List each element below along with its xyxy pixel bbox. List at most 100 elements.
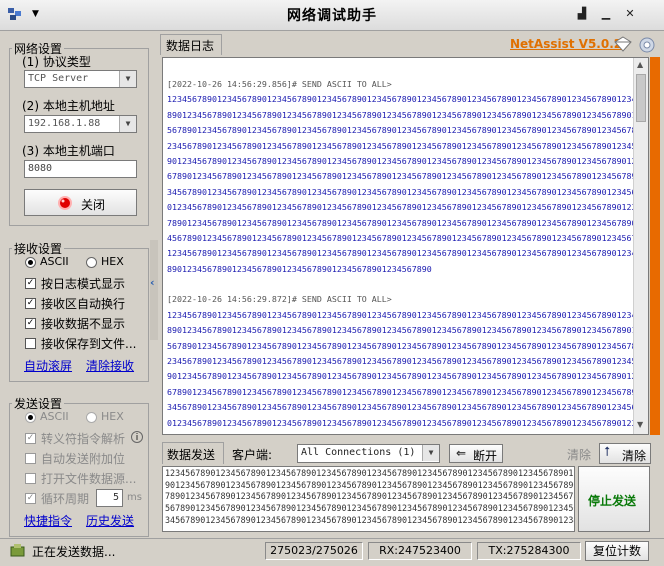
send-line: 1234567890123456789012345678901234567890… (165, 468, 575, 478)
log-line: 3456789012345678901234567890123456789012… (167, 402, 649, 413)
reset-count-button[interactable]: 复位计数 (585, 541, 649, 561)
clear-arrow-icon: ⭡ (604, 445, 611, 460)
title-bar: ▼ 网络调试助手 ▟ ▁ ✕ (0, 0, 664, 31)
tx-counter: TX:275284300 (477, 542, 581, 560)
settings-icon[interactable] (638, 36, 656, 57)
log-line: 7890123456789012345678901234567890123456… (167, 217, 649, 228)
recv-wrap-label: 接收区自动换行 (41, 297, 126, 311)
client-label: 客户端: (232, 448, 273, 462)
log-line: 8901234567890123456789012345678901234567… (167, 109, 649, 120)
host-select[interactable]: 192.168.1.88 ▼ (24, 115, 137, 133)
restore-icon[interactable]: ▟ (574, 7, 590, 21)
send-line: 7890123456789012345678901234567890123456… (165, 491, 575, 502)
recv-save-checkbox[interactable] (25, 338, 36, 349)
recv-hex-radio[interactable] (86, 257, 97, 268)
close-button-label: 关闭 (81, 198, 106, 212)
port-input[interactable]: 8080 (24, 160, 137, 178)
log-line: 9012345678901234567890123456789012345678… (167, 156, 649, 167)
stop-send-label: 停止发送 (588, 494, 637, 508)
sending-status-icon (10, 543, 26, 560)
collapse-left-icon[interactable]: ‹ (150, 276, 155, 289)
log-line: 5678901234567890123456789012345678901234… (167, 125, 649, 136)
tab-data-send-label: 数据发送 (167, 448, 216, 462)
window-title: 网络调试助手 (287, 8, 377, 24)
led-indicator-icon (57, 195, 73, 211)
log-line: 1234567890123456789012345678901234567890… (167, 248, 649, 259)
log-line: 0123456789012345678901234567890123456789… (167, 202, 649, 213)
send-history-link[interactable]: 历史发送 (86, 512, 134, 529)
log-line: 8901234567890123456789012345678901234567… (167, 325, 649, 336)
chevron-down-icon[interactable]: ▼ (422, 445, 439, 461)
log-line: 6789012345678901234567890123456789012345… (167, 386, 649, 397)
log-mode-checkbox[interactable]: ✓ (25, 278, 36, 289)
host-label: (2) 本地主机地址 (22, 99, 115, 113)
send-hex-radio[interactable] (86, 412, 97, 423)
recv-hide-checkbox[interactable]: ✓ (25, 318, 36, 329)
log-line: 5678901234567890123456789012345678901234… (167, 340, 649, 351)
status-message: 正在发送数据... (32, 545, 116, 559)
tab-data-log-label: 数据日志 (166, 39, 215, 53)
accent-bar (650, 57, 660, 435)
auto-scroll-link[interactable]: 自动滚屏 (24, 357, 72, 374)
diamond-icon[interactable] (614, 36, 632, 55)
log-line: 6789012345678901234567890123456789012345… (167, 171, 649, 182)
send-counter: 275023/275026 (265, 542, 363, 560)
close-connection-button[interactable]: 关闭 (24, 189, 137, 216)
brand-link[interactable]: NetAssist V5.0.2 (510, 37, 622, 51)
loop-period-input[interactable]: 5 (96, 489, 123, 507)
recv-ascii-radio[interactable] (25, 257, 36, 268)
auto-append-label: 自动发送附加位 (41, 452, 126, 466)
receive-log-area[interactable]: [2022-10-26 14:56:29.856]# SEND ASCII TO… (162, 57, 649, 435)
send-line: 9012345678901234567890123456789012345678… (165, 479, 575, 490)
stop-send-button[interactable]: 停止发送 (578, 466, 650, 532)
rx-counter: RX:247523400 (368, 542, 472, 560)
shortcut-commands-link[interactable]: 快捷指令 (24, 512, 72, 529)
clear-send-disabled[interactable]: 清除 (567, 446, 591, 463)
close-icon[interactable]: ✕ (622, 7, 638, 21)
arrow-left-icon: ⇐ (456, 446, 467, 460)
host-value: 192.168.1.88 (28, 118, 101, 129)
tab-data-log[interactable]: 数据日志 (160, 34, 222, 55)
loop-period-checkbox[interactable]: ✓ (25, 493, 36, 504)
tab-data-send[interactable]: 数据发送 (162, 442, 224, 464)
log-line: 0123456789012345678901234567890123456789… (167, 417, 649, 428)
file-source-label: 打开文件数据源... (41, 472, 137, 486)
recv-save-label: 接收保存到文件... (41, 337, 137, 351)
clear-send-button[interactable]: ⭡ 清除 (599, 443, 651, 464)
panel-splitter[interactable]: ‹ (150, 240, 158, 340)
client-select[interactable]: All Connections (1) ▼ (297, 444, 440, 463)
send-input-area[interactable]: 1234567890123456789012345678901234567890… (162, 466, 575, 532)
log-mode-label: 按日志模式显示 (41, 277, 126, 291)
protocol-label: (1) 协议类型 (22, 55, 91, 69)
log-entry-header: [2022-10-26 14:56:29.856]# SEND ASCII TO… (167, 79, 392, 89)
recv-hide-label: 接收数据不显示 (41, 317, 126, 331)
scroll-thumb[interactable] (636, 74, 646, 122)
scroll-down-icon[interactable]: ▼ (637, 420, 643, 429)
clear-send-label: 清除 (622, 449, 647, 463)
log-line: 2345678901234567890123456789012345678901… (167, 140, 649, 151)
port-value: 8080 (28, 163, 53, 174)
send-content: 1234567890123456789012345678901234567890… (165, 468, 575, 527)
minimize-icon[interactable]: ▁ (598, 7, 614, 21)
log-line: 8901234567890123456789012345678901234567… (167, 263, 432, 274)
chevron-down-icon[interactable]: ▼ (119, 116, 136, 132)
recv-wrap-checkbox[interactable]: ✓ (25, 298, 36, 309)
log-scrollbar[interactable]: ▲ ▼ (633, 58, 648, 434)
log-line: 9012345678901234567890123456789012345678… (167, 371, 649, 382)
auto-append-checkbox[interactable] (25, 453, 36, 464)
scroll-up-icon[interactable]: ▲ (637, 60, 643, 69)
protocol-value: TCP Server (28, 73, 89, 84)
disconnect-button[interactable]: ⇐ 断开 (449, 444, 503, 463)
chevron-down-icon[interactable]: ▼ (119, 71, 136, 87)
send-ascii-radio[interactable] (25, 412, 36, 423)
file-source-checkbox[interactable] (25, 473, 36, 484)
client-value: All Connections (1) (301, 447, 416, 458)
clear-recv-link[interactable]: 清除接收 (86, 357, 134, 374)
recv-ascii-label: ASCII (40, 255, 69, 268)
escape-parse-checkbox[interactable]: ✓ (25, 433, 36, 444)
info-icon[interactable]: i (131, 431, 143, 443)
log-line: 1234567890123456789012345678901234567890… (167, 94, 649, 105)
port-label: (3) 本地主机端口 (22, 144, 115, 158)
log-line: 3456789012345678901234567890123456789012… (167, 186, 649, 197)
protocol-select[interactable]: TCP Server ▼ (24, 70, 137, 88)
